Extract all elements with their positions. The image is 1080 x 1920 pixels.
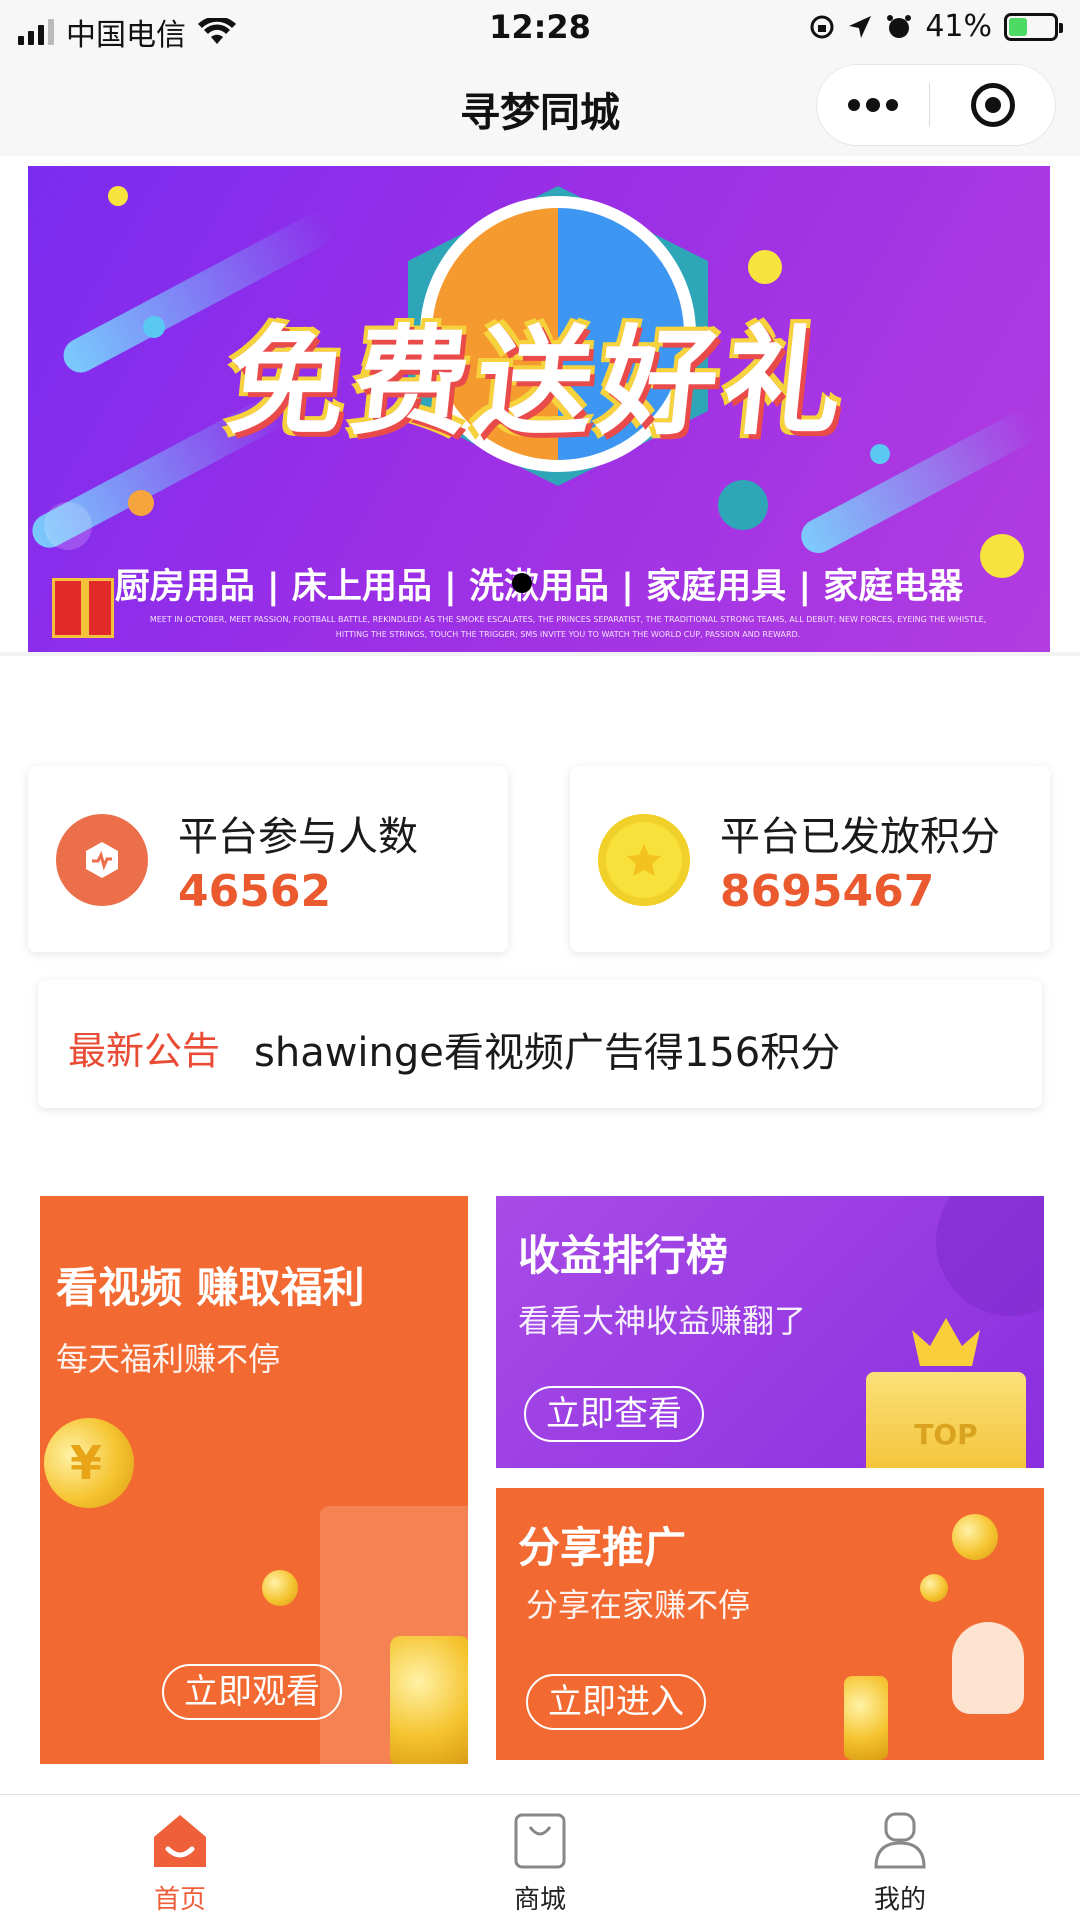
nav-bar: 寻梦同城: [0, 56, 1080, 156]
card-decoration: [936, 1196, 1044, 1316]
tab-home[interactable]: 首页: [80, 1795, 280, 1920]
banner-divider: [0, 652, 1080, 656]
ranking-subtitle: 看看大神收益赚翻了: [518, 1302, 807, 1340]
announcement-tag: 最新公告: [68, 1029, 221, 1073]
ranking-title: 收益排行榜: [518, 1231, 729, 1280]
banner-decoration: [108, 186, 128, 206]
mascot-icon: [952, 1622, 1024, 1714]
battery-percent: 41%: [925, 9, 992, 44]
participants-card: 平台参与人数 46562: [28, 766, 508, 952]
close-mini-program-button[interactable]: [930, 65, 1055, 145]
more-dot-icon: [866, 98, 880, 112]
watch-video-subtitle: 每天福利赚不停: [56, 1340, 281, 1378]
banner-fine-print: MEET IN OCTOBER, MEET PASSION, FOOTBALL …: [149, 615, 987, 639]
tab-mall[interactable]: 商城: [440, 1795, 640, 1920]
gift-box-icon: [52, 578, 114, 638]
participants-icon: [56, 814, 148, 906]
small-coin-icon: [262, 1570, 298, 1606]
banner-categories: 厨房用品 | 床上用品 | 洗漱用品 | 家庭用具 | 家庭电器: [114, 567, 964, 607]
earnings-ranking-card[interactable]: 收益排行榜 看看大神收益赚翻了 立即查看 TOP: [496, 1196, 1044, 1468]
tab-mall-label: 商城: [513, 1885, 566, 1915]
user-icon: [874, 1812, 926, 1869]
points-label: 平台已发放积分: [720, 814, 1000, 860]
share-title: 分享推广: [518, 1523, 687, 1572]
status-bar: 中国电信 12:28 41%: [0, 0, 1080, 56]
coin-stack-icon: [390, 1636, 468, 1764]
coin-icon: [598, 814, 690, 906]
participants-value: 46562: [178, 866, 332, 917]
battery-icon: [1004, 12, 1063, 41]
enter-now-button[interactable]: 立即进入: [526, 1674, 706, 1730]
view-now-button[interactable]: 立即查看: [524, 1386, 704, 1442]
status-right: 41%: [809, 9, 1063, 44]
top-badge: TOP: [914, 1418, 978, 1451]
crown-icon: [912, 1318, 980, 1366]
tab-home-label: 首页: [153, 1885, 206, 1915]
coin-stack-icon: [844, 1676, 888, 1760]
coin-icon: [952, 1514, 998, 1560]
more-dot-icon: [848, 99, 860, 111]
banner-decoration: [128, 490, 154, 516]
location-icon: [849, 15, 872, 38]
bottom-tab-bar: 首页 商城 我的: [0, 1794, 1080, 1920]
more-dot-icon: [886, 99, 898, 111]
tab-mine-label: 我的: [873, 1885, 926, 1915]
target-icon: [970, 83, 1015, 127]
watch-video-card[interactable]: 看视频 赚取福利 每天福利赚不停 ¥ 立即观看: [40, 1196, 468, 1764]
mini-program-capsule: [816, 64, 1056, 146]
share-subtitle: 分享在家赚不停: [526, 1586, 751, 1624]
tab-mine[interactable]: 我的: [800, 1795, 1000, 1920]
participants-label: 平台参与人数: [178, 814, 418, 860]
more-menu-button[interactable]: [817, 65, 929, 145]
points-value: 8695467: [720, 866, 935, 917]
home-icon: [154, 1815, 206, 1867]
announcement-bar[interactable]: 最新公告 shawinge看视频广告得156积分: [38, 980, 1042, 1108]
coin-icon: [920, 1574, 948, 1602]
banner-headline: 免费送好礼: [220, 313, 856, 451]
yuan-symbol-icon: ¥: [70, 1436, 103, 1490]
banner-decoration: [718, 480, 768, 530]
watch-video-title: 看视频 赚取福利: [56, 1263, 365, 1312]
share-promotion-card[interactable]: 分享推广 分享在家赚不停 立即进入: [496, 1488, 1044, 1760]
banner-pager-dot[interactable]: [512, 573, 532, 593]
banner-decoration: [748, 250, 782, 284]
rotation-lock-icon: [810, 15, 834, 38]
promo-banner[interactable]: 免费送好礼 厨房用品 | 床上用品 | 洗漱用品 | 家庭用具 | 家庭电器 M…: [28, 166, 1050, 652]
battery-fill: [1009, 17, 1028, 36]
banner-decoration: [44, 502, 92, 550]
shopping-bag-icon: [514, 1813, 566, 1869]
alarm-icon: [887, 14, 912, 38]
points-card: 平台已发放积分 8695467: [570, 766, 1050, 952]
announcement-text: shawinge看视频广告得156积分: [254, 1030, 841, 1076]
watch-now-button[interactable]: 立即观看: [162, 1664, 342, 1720]
